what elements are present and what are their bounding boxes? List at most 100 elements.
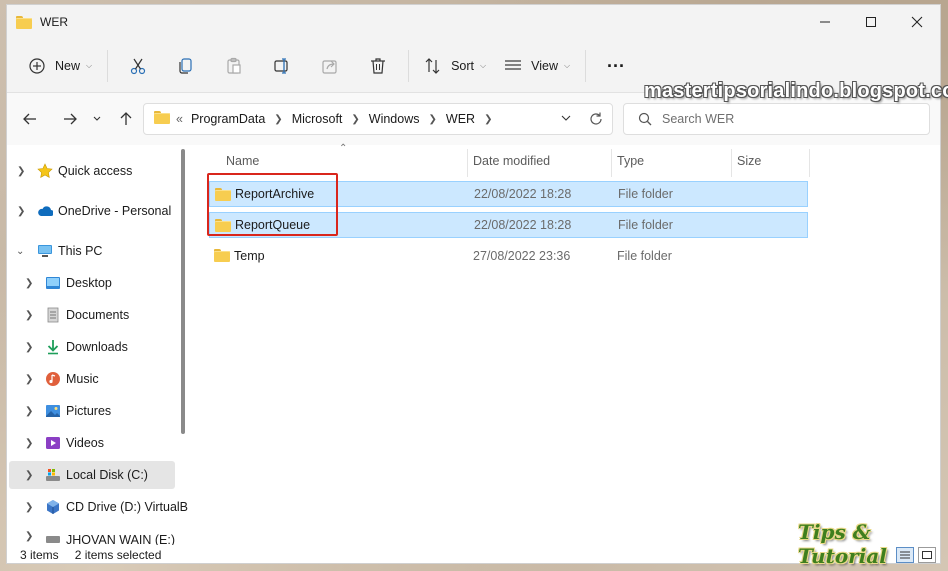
breadcrumb-wer[interactable]: WER <box>446 112 475 126</box>
rename-button[interactable] <box>258 49 306 83</box>
share-button[interactable] <box>306 49 354 83</box>
recent-locations-button[interactable] <box>85 104 109 134</box>
nav-item-desktop[interactable]: ❯ Desktop <box>7 269 175 297</box>
search-icon <box>638 112 652 126</box>
breadcrumb-microsoft[interactable]: Microsoft <box>292 112 343 126</box>
chevron-right-icon: ❯ <box>484 113 493 125</box>
nav-label: Pictures <box>66 404 112 418</box>
sort-label: Sort <box>451 58 475 73</box>
chevron-right-icon: ❯ <box>428 113 437 125</box>
maximize-button[interactable] <box>848 5 894 39</box>
nav-item-music[interactable]: ❯ Music <box>7 365 175 393</box>
item-count: 3 items <box>20 548 59 562</box>
nav-label: Downloads <box>66 340 128 354</box>
share-icon <box>322 59 337 74</box>
chevron-right-icon[interactable]: ❯ <box>25 470 33 481</box>
nav-item-videos[interactable]: ❯ Videos <box>7 429 175 457</box>
view-button[interactable]: View ⌵ <box>495 49 579 83</box>
paste-button[interactable] <box>210 49 258 83</box>
nav-item-quick-access[interactable]: ❯ Quick access <box>7 157 175 185</box>
refresh-button[interactable] <box>588 111 604 130</box>
sort-button[interactable]: Sort ⌵ <box>415 49 495 83</box>
nav-item-this-pc[interactable]: ⌄ This PC <box>7 237 175 265</box>
column-header-type[interactable]: Type <box>617 145 644 177</box>
trash-icon <box>371 57 386 74</box>
chevron-down-icon[interactable]: ⌄ <box>16 246 24 257</box>
drive-icon <box>45 531 61 545</box>
folder-icon <box>16 15 32 29</box>
nav-item-documents[interactable]: ❯ Documents <box>7 301 175 329</box>
more-options-button[interactable]: ... <box>592 49 640 83</box>
nav-item-onedrive[interactable]: ❯ OneDrive - Personal <box>7 197 175 225</box>
up-button[interactable] <box>111 104 141 134</box>
column-label: Size <box>737 154 762 168</box>
video-icon <box>45 435 61 451</box>
file-name: Temp <box>234 249 265 263</box>
nav-item-local-disk-c[interactable]: ❯ Local Disk (C:) <box>9 461 175 489</box>
chevron-right-icon[interactable]: ❯ <box>25 310 33 321</box>
breadcrumb-overflow[interactable]: « <box>176 112 183 126</box>
chevron-right-icon[interactable]: ❯ <box>25 438 33 449</box>
column-header-size[interactable]: Size <box>737 145 761 177</box>
cloud-icon <box>37 203 53 219</box>
forward-button[interactable] <box>55 104 85 134</box>
nav-item-downloads[interactable]: ❯ Downloads <box>7 333 175 361</box>
new-button[interactable]: New ⌵ <box>19 49 101 83</box>
chevron-right-icon[interactable]: ❯ <box>17 166 25 177</box>
chevron-right-icon[interactable]: ❯ <box>25 531 33 542</box>
chevron-right-icon: ❯ <box>274 113 283 125</box>
chevron-right-icon[interactable]: ❯ <box>25 502 33 513</box>
nav-scrollbar[interactable] <box>181 149 185 434</box>
download-icon <box>45 339 61 355</box>
cut-button[interactable] <box>114 49 162 83</box>
refresh-icon <box>590 112 602 125</box>
copy-icon <box>179 57 192 74</box>
column-divider[interactable] <box>731 149 732 177</box>
chevron-right-icon: ❯ <box>351 113 360 125</box>
sort-ascending-icon: ⌃ <box>339 143 348 154</box>
chevron-right-icon[interactable]: ❯ <box>17 206 25 217</box>
nav-label: Desktop <box>66 276 112 290</box>
divider <box>107 49 109 82</box>
file-date: 22/08/2022 18:28 <box>474 187 572 201</box>
column-divider[interactable] <box>611 149 612 177</box>
divider <box>408 49 410 82</box>
arrow-up-icon <box>120 112 132 125</box>
file-date: 22/08/2022 18:28 <box>474 218 572 232</box>
copy-button[interactable] <box>162 49 210 83</box>
address-bar[interactable]: « ProgramData ❯ Microsoft ❯ Windows ❯ WE… <box>143 103 613 135</box>
search-input[interactable]: Search WER <box>623 103 930 135</box>
nav-item-pictures[interactable]: ❯ Pictures <box>7 397 175 425</box>
desktop-icon <box>45 275 61 291</box>
back-button[interactable] <box>15 104 45 134</box>
document-icon <box>45 307 61 323</box>
nav-item-drive-e[interactable]: ❯ JHOVAN WAIN (E:) <box>7 525 175 545</box>
close-button[interactable] <box>894 5 940 39</box>
file-type: File folder <box>618 187 673 201</box>
selected-count: 2 items selected <box>74 548 162 562</box>
chevron-right-icon[interactable]: ❯ <box>25 374 33 385</box>
breadcrumb-windows[interactable]: Windows <box>369 112 420 126</box>
column-divider[interactable] <box>467 149 468 177</box>
breadcrumb-programdata[interactable]: ProgramData <box>191 112 265 126</box>
nav-label: Quick access <box>58 164 133 178</box>
nav-item-cd-drive-d[interactable]: ❯ CD Drive (D:) VirtualB <box>7 493 188 521</box>
column-divider[interactable] <box>809 149 810 177</box>
chevron-right-icon[interactable]: ❯ <box>25 406 33 417</box>
address-history-button[interactable] <box>560 112 572 127</box>
file-type: File folder <box>617 249 672 263</box>
chevron-right-icon[interactable]: ❯ <box>25 278 33 289</box>
star-icon <box>37 163 53 179</box>
chevron-down-icon: ⌵ <box>86 60 93 70</box>
chevron-right-icon[interactable]: ❯ <box>25 342 33 353</box>
plus-circle-icon <box>29 57 45 74</box>
nav-label: CD Drive (D:) VirtualB <box>66 500 189 514</box>
minimize-icon <box>820 21 830 23</box>
search-placeholder: Search WER <box>662 112 735 126</box>
navigation-pane: ❯ Quick access ❯ OneDrive - Personal ⌄ T… <box>7 145 189 545</box>
delete-button[interactable] <box>354 49 402 83</box>
file-row-temp[interactable]: Temp 27/08/2022 23:36 File folder <box>209 243 808 269</box>
column-header-date-modified[interactable]: Date modified <box>473 145 550 177</box>
close-icon <box>911 16 923 28</box>
minimize-button[interactable] <box>802 5 848 39</box>
